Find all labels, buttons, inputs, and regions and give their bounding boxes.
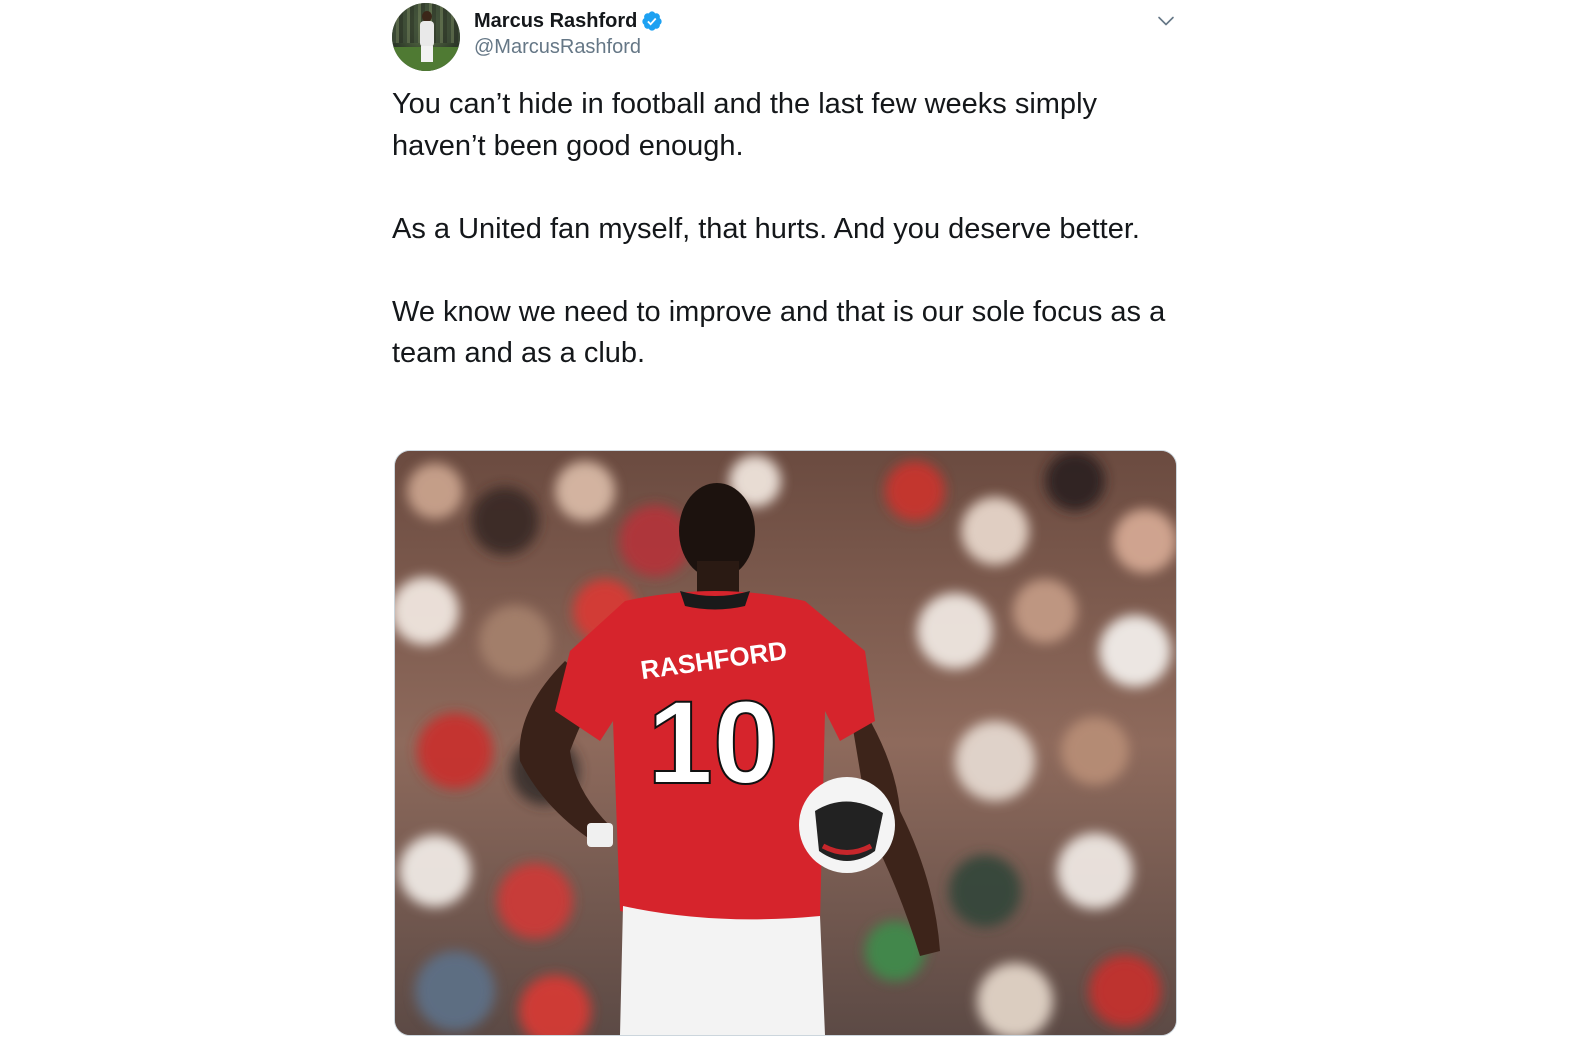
tweet-paragraph: As a United fan myself, that hurts. And … — [392, 212, 1140, 245]
tweet-paragraph: You can’t hide in football and the last … — [392, 88, 1098, 162]
verified-badge-icon — [641, 10, 663, 32]
tweet-text: You can’t hide in football and the last … — [392, 84, 1182, 416]
author-name-row[interactable]: Marcus Rashford — [474, 8, 663, 34]
avatar[interactable] — [392, 3, 460, 71]
tweet-photo[interactable]: RASHFORD 10 — [394, 450, 1177, 1036]
display-name[interactable]: Marcus Rashford — [474, 10, 637, 33]
author-handle[interactable]: @MarcusRashford — [474, 36, 641, 59]
tweet-paragraph: We know we need to improve and that is o… — [392, 295, 1166, 370]
shirt-number: 10 — [647, 677, 778, 809]
tweet-card: Marcus Rashford @MarcusRashford You can’… — [392, 0, 1182, 1063]
tweet-header: Marcus Rashford @MarcusRashford — [392, 3, 1182, 73]
chevron-down-icon[interactable] — [1156, 11, 1176, 31]
